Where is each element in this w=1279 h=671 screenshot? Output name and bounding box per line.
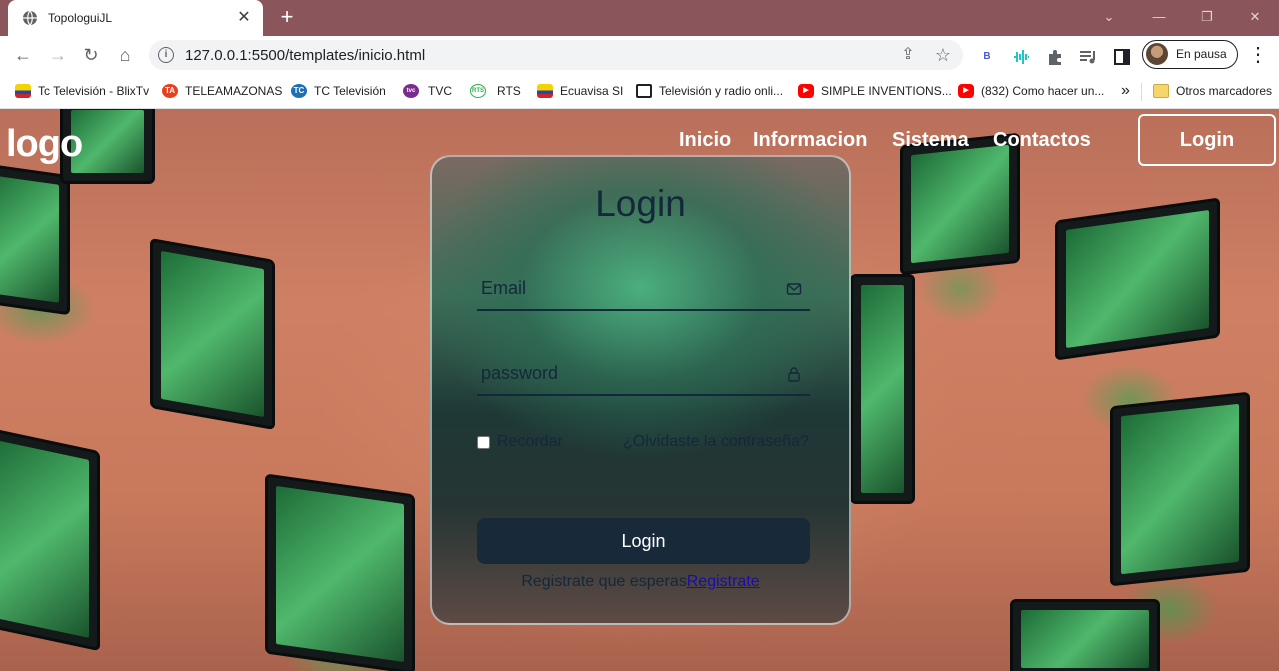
bookmark-item[interactable]: TC TC Televisión	[291, 81, 386, 101]
background-monitor	[1110, 391, 1250, 587]
tab-strip: TopologuiJL ✕ + ⌄ — ❐ ✕	[0, 0, 1279, 36]
nav-contactos[interactable]: Contactos	[993, 129, 1091, 152]
background-monitor	[265, 473, 415, 671]
back-button[interactable]: ←	[10, 42, 36, 68]
folder-icon	[1153, 84, 1169, 98]
bookmarks-divider	[1141, 83, 1142, 101]
globe-icon	[23, 10, 37, 26]
reload-button[interactable]: ↻	[78, 42, 104, 68]
bookmark-item[interactable]: ▶ (832) Como hacer un...	[958, 81, 1104, 101]
lock-icon	[788, 367, 800, 382]
page-viewport: logo Inicio Informacion Sistema Contacto…	[0, 109, 1279, 671]
youtube-icon: ▶	[798, 84, 814, 98]
audio-wave-extension-icon[interactable]	[1011, 48, 1031, 66]
login-title: Login	[595, 183, 686, 224]
youtube-icon: ▶	[958, 84, 974, 98]
side-panel-icon[interactable]	[1112, 48, 1132, 66]
remember-me[interactable]: Recordar	[477, 433, 563, 451]
bookmark-item[interactable]: tvc TVC	[403, 81, 452, 101]
extensions-puzzle-icon[interactable]	[1045, 48, 1065, 66]
site-info-icon[interactable]: i	[158, 47, 174, 63]
register-link[interactable]: Registrate	[687, 573, 760, 590]
bookmark-label: Ecuavisa SI	[560, 84, 624, 98]
register-text: Registrate que esperas	[521, 573, 687, 590]
close-window-button[interactable]: ✕	[1243, 6, 1267, 28]
email-field[interactable]	[477, 271, 810, 311]
site-logo[interactable]: logo	[6, 123, 83, 166]
register-prompt: Registrate que esperasRegistrate	[432, 573, 849, 591]
browser-tab[interactable]: TopologuiJL ✕	[8, 0, 263, 36]
address-url[interactable]: 127.0.0.1:5500/templates/inicio.html	[185, 47, 425, 64]
login-card: Login Recordar ¿Olvidaste la contraseña?…	[430, 155, 851, 625]
bookmark-item[interactable]: Ecuavisa SI	[537, 81, 623, 101]
tab-title: TopologuiJL	[48, 11, 113, 25]
bookmark-item[interactable]: RTS RTS	[470, 81, 521, 101]
bookmark-item[interactable]: Televisión y radio onli...	[636, 81, 783, 101]
bookmark-label: TELEAMAZONAS	[185, 84, 283, 98]
background-monitor	[850, 274, 915, 504]
browser-menu-icon[interactable]: ⋮	[1245, 42, 1271, 68]
nav-sistema[interactable]: Sistema	[892, 129, 969, 152]
bookmark-label: Tc Televisión - BlixTv	[38, 84, 150, 98]
background-monitor	[1010, 599, 1160, 671]
email-input[interactable]	[481, 273, 771, 303]
password-field[interactable]	[477, 356, 810, 396]
login-submit-button[interactable]: Login	[477, 518, 810, 564]
background-monitor	[0, 426, 100, 652]
bookmark-label: Otros marcadores	[1176, 84, 1273, 98]
bookmark-label: (832) Como hacer un...	[981, 84, 1105, 98]
teleamazonas-icon: TA	[162, 84, 178, 98]
bookmark-item[interactable]: TA TELEAMAZONAS	[162, 81, 282, 101]
remember-checkbox[interactable]	[477, 435, 490, 449]
bookmark-label: Televisión y radio onli...	[659, 84, 784, 98]
background-monitor	[1055, 197, 1220, 361]
bookmark-item[interactable]: Tc Televisión - BlixTv	[15, 81, 149, 101]
tc-icon: TC	[291, 84, 307, 98]
password-input[interactable]	[481, 358, 771, 388]
flag-ecuador-icon	[537, 84, 553, 98]
bookmark-star-icon[interactable]: ☆	[932, 44, 954, 66]
bookmark-label: TC Televisión	[314, 84, 386, 98]
nav-login-button[interactable]: Login	[1138, 114, 1276, 166]
nav-informacion[interactable]: Informacion	[753, 129, 867, 152]
bookmarks-bar: Tc Televisión - BlixTv TA TELEAMAZONAS T…	[0, 74, 1279, 109]
remember-label: Recordar	[497, 433, 563, 450]
minimize-button[interactable]: —	[1147, 6, 1171, 28]
forward-button[interactable]: →	[45, 42, 71, 68]
extension-b-icon[interactable]: B	[977, 48, 997, 66]
profile-button[interactable]: En pausa	[1142, 40, 1238, 69]
home-button[interactable]: ⌂	[112, 42, 138, 68]
other-bookmarks-folder[interactable]: Otros marcadores	[1153, 81, 1272, 101]
background-monitor	[900, 132, 1020, 276]
bookmark-label: TVC	[428, 84, 452, 98]
bookmark-label: SIMPLE INVENTIONS...	[821, 84, 952, 98]
tvc-icon: tvc	[403, 84, 419, 98]
media-control-icon[interactable]	[1078, 48, 1098, 66]
background-monitor	[0, 162, 70, 316]
nav-inicio[interactable]: Inicio	[679, 129, 731, 152]
avatar	[1146, 43, 1168, 65]
bookmark-label: RTS	[497, 84, 521, 98]
forgot-password-link[interactable]: ¿Olvidaste la contraseña?	[623, 433, 809, 451]
share-icon[interactable]: ⇪	[897, 44, 919, 66]
browser-toolbar: ← → ↻ ⌂ i 127.0.0.1:5500/templates/inici…	[0, 36, 1279, 74]
bookmarks-overflow-button[interactable]: »	[1121, 81, 1130, 101]
new-tab-button[interactable]: +	[276, 6, 298, 28]
flag-ecuador-icon	[15, 84, 31, 98]
tab-close-icon[interactable]: ✕	[235, 9, 253, 27]
restore-button[interactable]: ❐	[1195, 6, 1219, 28]
rts-icon: RTS	[470, 84, 486, 98]
tab-search-chevron-icon[interactable]: ⌄	[1097, 6, 1121, 28]
tv-icon	[636, 84, 652, 98]
mail-icon	[786, 283, 802, 295]
address-bar[interactable]: i 127.0.0.1:5500/templates/inicio.html ⇪…	[149, 40, 963, 70]
profile-status: En pausa	[1176, 47, 1227, 61]
background-monitor	[150, 237, 275, 431]
bookmark-item[interactable]: ▶ SIMPLE INVENTIONS...	[798, 81, 952, 101]
